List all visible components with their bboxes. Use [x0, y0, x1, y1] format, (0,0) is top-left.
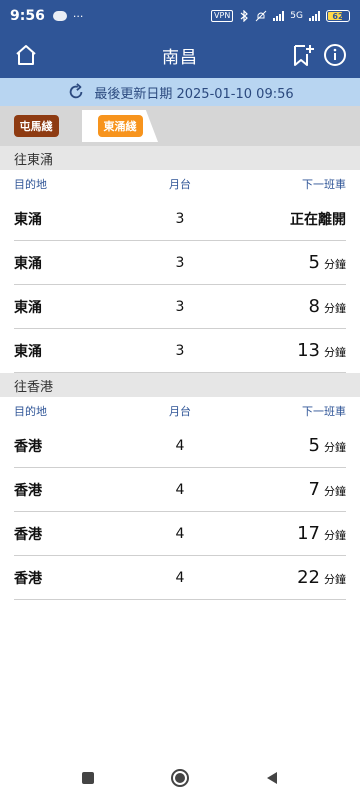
col-platform: 月台 [169, 405, 191, 418]
row-platform: 4 [175, 525, 185, 542]
row-eta-minutes: 7 [308, 479, 320, 500]
row-eta-minutes: 5 [308, 252, 320, 273]
train-row: 東涌 3 正在離開 [14, 197, 346, 241]
info-button[interactable] [322, 41, 348, 69]
row-eta-unit: 分鐘 [324, 529, 346, 542]
row-destination: 香港 [14, 570, 42, 587]
more-notifications: ··· [72, 9, 84, 23]
back-triangle-icon [267, 772, 277, 784]
train-row: 東涌 3 13 分鐘 [14, 329, 346, 373]
page-title: 南昌 [162, 47, 198, 68]
row-eta: 17 分鐘 [226, 523, 346, 544]
row-destination: 東涌 [14, 211, 42, 228]
row-destination: 香港 [14, 526, 42, 543]
col-destination: 目的地 [14, 178, 47, 191]
last-update-text: 最後更新日期 2025-01-10 09:56 [94, 86, 294, 102]
section-header-hong-kong: 往香港 [0, 373, 360, 397]
row-eta: 5 分鐘 [226, 252, 346, 273]
network-type-label: 5G [290, 11, 303, 21]
app-bar: 南昌 [0, 32, 360, 78]
tab-chip-tung-chung-line: 東涌綫 [97, 115, 143, 137]
row-eta: 13 分鐘 [226, 340, 346, 361]
train-row: 香港 4 22 分鐘 [14, 556, 346, 600]
system-nav-bar [0, 756, 360, 800]
status-right-icons: VPN 5G 62 [211, 10, 350, 22]
row-platform: 3 [175, 210, 185, 227]
col-next-train: 下一班車 [302, 178, 346, 191]
battery-level: 62 [332, 11, 344, 21]
row-destination: 東涌 [14, 299, 42, 316]
row-status: 正在離開 [290, 211, 346, 228]
row-eta-unit: 分鐘 [324, 573, 346, 586]
col-next-train: 下一班車 [302, 405, 346, 418]
refresh-icon[interactable] [66, 82, 86, 102]
system-home-button[interactable] [166, 764, 194, 792]
row-platform: 4 [175, 437, 185, 454]
signal-bars-1-icon [273, 11, 285, 21]
circle-home-icon [171, 769, 189, 787]
row-platform: 4 [175, 569, 185, 586]
row-eta: 7 分鐘 [226, 479, 346, 500]
last-update-bar[interactable]: 最後更新日期 2025-01-10 09:56 [0, 78, 360, 106]
recents-button[interactable] [74, 764, 102, 792]
info-icon [324, 44, 346, 66]
row-eta-unit: 分鐘 [324, 441, 346, 454]
row-eta-minutes: 13 [297, 340, 320, 361]
train-row: 香港 4 7 分鐘 [14, 468, 346, 512]
row-destination: 香港 [14, 438, 42, 455]
battery-icon: 62 [326, 10, 350, 22]
row-eta-unit: 分鐘 [324, 485, 346, 498]
tab-chip-tuen-ma-line: 屯馬綫 [13, 115, 59, 137]
system-back-button[interactable] [258, 764, 286, 792]
row-eta: 正在離開 [226, 209, 346, 229]
train-row: 香港 4 5 分鐘 [14, 424, 346, 468]
row-platform: 4 [175, 481, 185, 498]
row-eta-unit: 分鐘 [324, 346, 346, 359]
status-time: 9:56 [10, 8, 45, 24]
mute-bell-icon [255, 10, 267, 22]
row-destination: 香港 [14, 482, 42, 499]
signal-bars-2-icon [309, 11, 320, 21]
row-eta: 5 分鐘 [226, 435, 346, 456]
status-bar: 9:56 ··· VPN 5G 62 [0, 0, 360, 32]
row-eta: 8 分鐘 [226, 296, 346, 317]
row-platform: 3 [175, 298, 185, 315]
col-platform: 月台 [169, 178, 191, 191]
row-destination: 東涌 [14, 343, 42, 360]
train-row: 東涌 3 8 分鐘 [14, 285, 346, 329]
bluetooth-icon [240, 10, 249, 22]
home-icon [16, 45, 36, 65]
row-eta-minutes: 22 [297, 567, 320, 588]
col-destination: 目的地 [14, 405, 47, 418]
tab-tung-chung-line[interactable]: 東涌綫 [82, 110, 158, 142]
square-icon [82, 772, 94, 784]
column-headers-2: 目的地 月台 下一班車 [14, 399, 346, 423]
train-row: 香港 4 17 分鐘 [14, 512, 346, 556]
section-header-tung-chung: 往東涌 [0, 146, 360, 170]
status-left-icons: ··· [52, 9, 84, 23]
row-eta: 22 分鐘 [226, 567, 346, 588]
notification-pill-icon [52, 11, 67, 21]
row-platform: 3 [175, 254, 185, 271]
home-button[interactable] [12, 41, 40, 69]
row-eta-minutes: 5 [308, 435, 320, 456]
train-row: 東涌 3 5 分鐘 [14, 241, 346, 285]
vpn-badge: VPN [211, 10, 234, 22]
row-destination: 東涌 [14, 255, 42, 272]
row-eta-minutes: 8 [308, 296, 320, 317]
column-headers-1: 目的地 月台 下一班車 [14, 172, 346, 196]
add-bookmark-button[interactable] [290, 41, 316, 69]
bookmark-add-icon [294, 45, 314, 66]
row-eta-minutes: 17 [297, 523, 320, 544]
row-eta-unit: 分鐘 [324, 302, 346, 315]
line-tabs: 屯馬綫 東涌綫 [0, 106, 360, 146]
tab-tuen-ma-line[interactable]: 屯馬綫 [4, 110, 68, 142]
row-platform: 3 [175, 342, 185, 359]
row-eta-unit: 分鐘 [324, 258, 346, 271]
